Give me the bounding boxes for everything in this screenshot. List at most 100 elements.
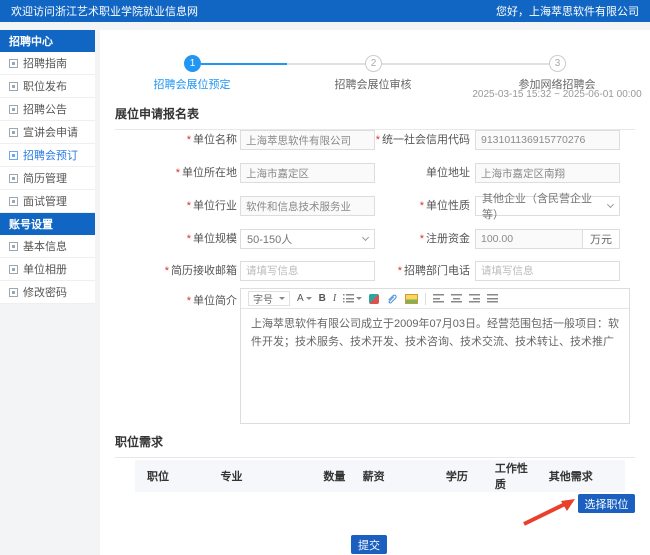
sidebar-item-label: 招聘会预订 — [23, 147, 78, 163]
required-mark: * — [187, 295, 191, 307]
required-mark: * — [376, 134, 380, 146]
intro-label: *单位简介 — [110, 291, 237, 311]
font-size-select[interactable]: 字号 — [248, 291, 290, 306]
sidebar-item-label: 招聘公告 — [23, 101, 67, 117]
toolbar-divider — [425, 293, 426, 305]
align-right-icon — [469, 294, 480, 303]
topbar: 欢迎访问浙江艺术职业学院就业信息网 您好，上海萃思软件有限公司 — [0, 0, 650, 22]
step-3-circle: 3 — [549, 55, 566, 72]
step-1-circle: 1 — [184, 55, 201, 72]
menu-square-icon — [9, 128, 18, 137]
resume-email-input[interactable] — [240, 261, 375, 281]
step-connector — [382, 63, 549, 65]
sidebar-item-company-album[interactable]: 单位相册 — [0, 258, 95, 281]
format-brush-button[interactable] — [369, 294, 379, 304]
paperclip-icon — [386, 293, 398, 305]
sidebar-item-label: 招聘指南 — [23, 55, 67, 71]
form-title: 展位申请报名表 — [115, 105, 635, 130]
resume-email-label: *简历接收邮箱 — [110, 261, 237, 281]
nature-select-value: 其他企业（含民营企业等） — [482, 190, 608, 222]
sidebar-item-label: 单位相册 — [23, 261, 67, 277]
capital-unit: 万元 — [582, 229, 620, 249]
list-icon — [343, 294, 354, 303]
col-job-type: 工作性质 — [483, 460, 537, 492]
scale-select[interactable]: 50-150人 — [240, 229, 375, 249]
caret-down-icon — [356, 297, 362, 303]
required-mark: * — [176, 167, 180, 179]
main-content: 1 2 3 招聘会展位预定 招聘会展位审核 参加网络招聘会 2025-03-15… — [100, 30, 650, 555]
industry-input[interactable] — [240, 196, 375, 216]
step-3-daterange: 2025-03-15 15:32 ~ 2025-06-01 00:00 — [472, 89, 641, 100]
required-mark: * — [398, 265, 402, 277]
step-1-label: 招聘会展位预定 — [154, 76, 231, 92]
submit-button[interactable]: 提交 — [351, 535, 387, 554]
sidebar-item-announcement[interactable]: 招聘公告 — [0, 98, 95, 121]
select-position-button[interactable]: 选择职位 — [578, 494, 635, 513]
menu-square-icon — [9, 82, 18, 91]
sidebar-item-label: 基本信息 — [23, 238, 67, 254]
menu-square-icon — [9, 288, 18, 297]
required-mark: * — [187, 233, 191, 245]
align-right-button[interactable] — [469, 294, 480, 303]
align-justify-icon — [487, 294, 498, 303]
jobs-table-header-row: 职位 专业 数量 薪资 学历 工作性质 其他需求 — [135, 460, 625, 492]
company-name-input[interactable] — [240, 130, 375, 150]
credit-code-label: *统一社会信用代码 — [358, 130, 470, 150]
scale-select-value: 50-150人 — [247, 231, 292, 247]
caret-down-icon — [306, 297, 312, 303]
step-2-circle: 2 — [365, 55, 382, 72]
capital-input[interactable] — [475, 229, 582, 249]
intro-content[interactable]: 上海萃思软件有限公司成立于2009年07月03日。经营范围包括一般项目：软件开发… — [241, 309, 629, 357]
step-connector — [287, 63, 365, 65]
list-button[interactable] — [343, 294, 362, 303]
link-button[interactable] — [386, 293, 398, 305]
credit-code-input[interactable] — [475, 130, 620, 150]
sidebar-item-recruit-guide[interactable]: 招聘指南 — [0, 52, 95, 75]
sidebar-item-label: 职位发布 — [23, 78, 67, 94]
district-input[interactable] — [240, 163, 375, 183]
menu-square-icon — [9, 197, 18, 206]
sidebar-item-jobfair-booking[interactable]: 招聘会预订 — [0, 144, 95, 167]
font-color-button[interactable]: A — [297, 293, 312, 304]
sidebar-section-recruit-center: 招聘中心 — [0, 30, 95, 52]
district-label: *单位所在地 — [110, 163, 237, 183]
required-mark: * — [165, 265, 169, 277]
nature-select[interactable]: 其他企业（含民营企业等） — [475, 196, 620, 216]
required-mark: * — [420, 233, 424, 245]
align-center-button[interactable] — [451, 294, 462, 303]
step-connector-active — [201, 63, 287, 65]
capital-label: *注册资金 — [358, 229, 470, 249]
required-mark: * — [187, 134, 191, 146]
menu-square-icon — [9, 59, 18, 68]
bold-button[interactable]: B — [319, 293, 326, 304]
annotation-arrow — [518, 495, 580, 527]
italic-button[interactable]: I — [333, 293, 336, 304]
align-justify-button[interactable] — [487, 294, 498, 303]
col-count: 数量 — [311, 460, 350, 492]
jobs-table: 职位 专业 数量 薪资 学历 工作性质 其他需求 — [135, 460, 625, 492]
image-button[interactable] — [405, 294, 418, 304]
menu-square-icon — [9, 265, 18, 274]
sidebar-item-label: 面试管理 — [23, 193, 67, 209]
required-mark: * — [420, 200, 424, 212]
sidebar-item-change-password[interactable]: 修改密码 — [0, 281, 95, 304]
sidebar-item-basic-info[interactable]: 基本信息 — [0, 235, 95, 258]
jobs-title: 职位需求 — [115, 433, 635, 458]
scale-label: *单位规模 — [110, 229, 237, 249]
col-major: 专业 — [209, 460, 312, 492]
sidebar-item-resume-manage[interactable]: 简历管理 — [0, 167, 95, 190]
sidebar-item-interview-manage[interactable]: 面试管理 — [0, 190, 95, 213]
sidebar-item-post-job[interactable]: 职位发布 — [0, 75, 95, 98]
dept-phone-input[interactable] — [475, 261, 620, 281]
address-label: 单位地址 — [358, 163, 470, 183]
address-input[interactable] — [475, 163, 620, 183]
sidebar: 招聘中心 招聘指南 职位发布 招聘公告 宣讲会申请 招聘会预订 简历管理 面试管… — [0, 30, 95, 304]
menu-square-icon — [9, 242, 18, 251]
required-mark: * — [187, 200, 191, 212]
align-left-button[interactable] — [433, 294, 444, 303]
format-brush-icon — [369, 294, 379, 304]
sidebar-item-infosession-apply[interactable]: 宣讲会申请 — [0, 121, 95, 144]
user-greeting[interactable]: 您好，上海萃思软件有限公司 — [496, 3, 639, 19]
col-education: 学历 — [434, 460, 483, 492]
caret-down-icon — [279, 297, 285, 303]
